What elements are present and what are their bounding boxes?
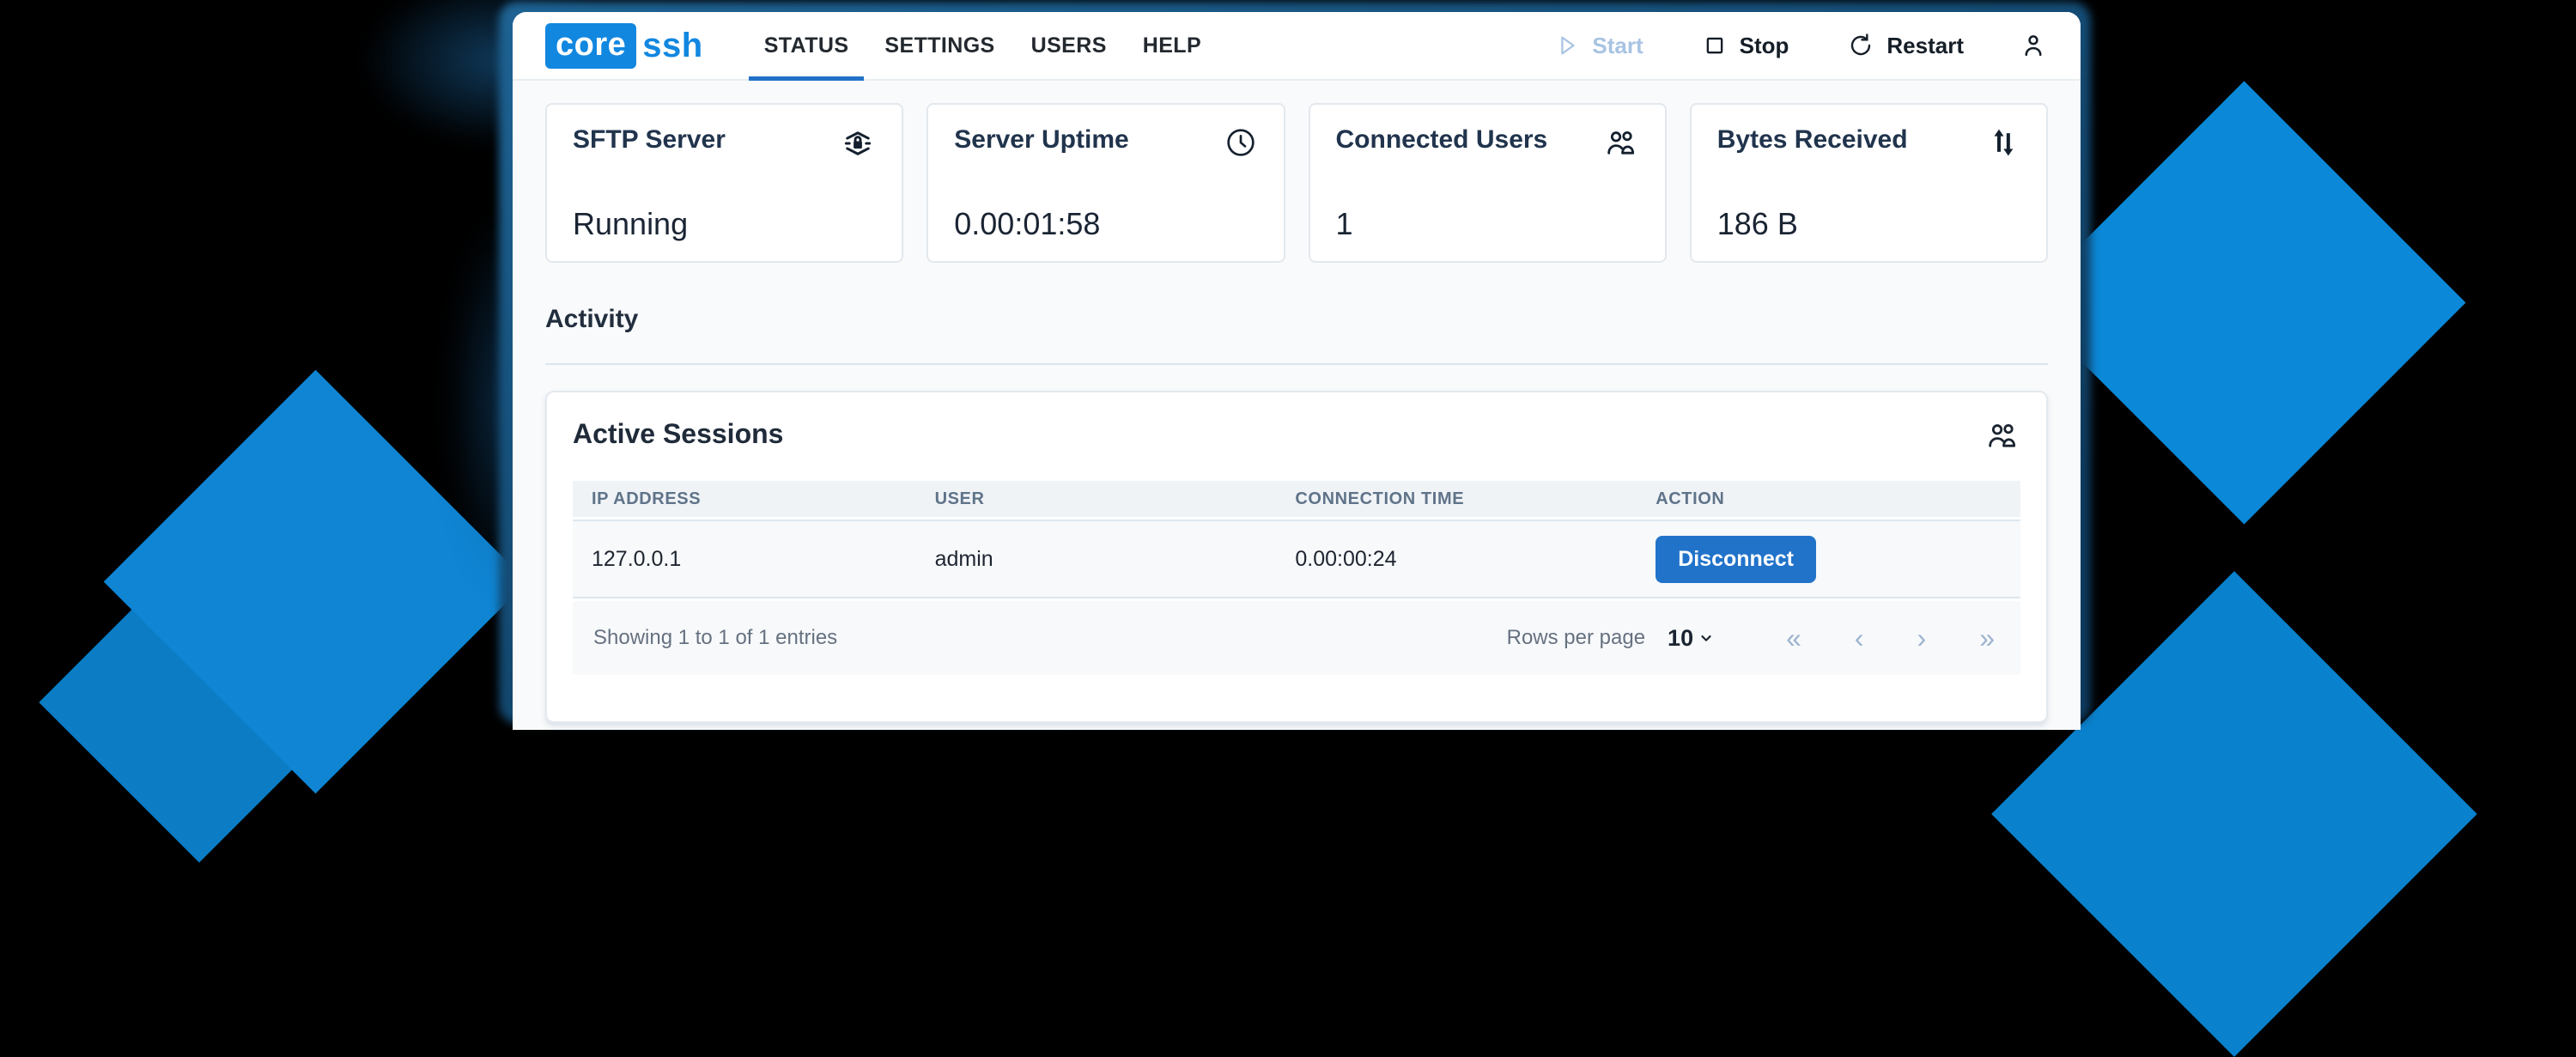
pagination: « ‹ › » [1781,624,2000,652]
disconnect-button[interactable]: Disconnect [1656,535,1816,583]
panel-title: Active Sessions [573,418,784,449]
activity-heading: Activity [545,305,639,333]
restart-icon [1847,32,1874,59]
navbar: core ssh STATUS SETTINGS USERS HELP Star… [513,12,2081,81]
card-sftp-server: SFTP Server Running [545,103,904,263]
app-logo: core ssh [545,22,703,69]
card-title: Server Uptime [954,125,1129,154]
clock-icon [1224,125,1258,164]
column-header-action: ACTION [1656,489,1725,508]
start-button[interactable]: Start [1525,33,1672,59]
play-icon [1554,33,1580,58]
server-controls: Start Stop Restart [1525,31,2048,60]
logo-core-badge: core [545,22,637,69]
rows-per-page-select[interactable]: 10 [1668,625,1714,652]
card-title: Connected Users [1335,125,1548,154]
next-page-button[interactable]: › [1912,624,1932,652]
cell-connection-time: 0.00:00:24 [1295,546,1397,571]
card-value: Running [573,206,689,241]
people-icon [1984,418,2020,459]
app-window: core ssh STATUS SETTINGS USERS HELP Star… [513,12,2081,730]
chevron-down-icon [1698,625,1714,652]
logo-ssh-text: ssh [642,26,703,64]
card-bytes-received: Bytes Received 186 B [1689,103,2048,263]
page-content: SFTP Server Running Server Uptime 0.00:0… [513,81,2081,730]
card-value: 0.00:01:58 [954,206,1101,241]
stop-icon [1702,33,1728,58]
tab-settings[interactable]: SETTINGS [866,12,1012,79]
column-header-ip: IP ADDRESS [592,489,702,508]
card-value: 186 B [1716,206,1798,241]
arrows-up-down-icon [1986,125,2020,164]
secure-layers-icon [840,125,876,166]
user-menu-button[interactable] [1993,31,2048,60]
table-header-row: IP ADDRESS USER CONNECTION TIME ACTION [573,481,2020,517]
tab-help[interactable]: HELP [1125,12,1219,79]
rows-per-page-label: Rows per page [1506,626,1646,649]
entries-summary: Showing 1 to 1 of 1 entries [593,626,838,649]
card-value: 1 [1335,206,1353,241]
stop-button[interactable]: Stop [1673,33,1819,59]
card-title: Bytes Received [1716,125,1908,154]
column-header-connection-time: CONNECTION TIME [1295,489,1465,508]
column-header-user: USER [934,489,985,508]
card-connected-users: Connected Users 1 [1308,103,1667,263]
cell-user: admin [934,546,993,571]
card-server-uptime: Server Uptime 0.00:01:58 [927,103,1285,263]
table-footer: Showing 1 to 1 of 1 entries Rows per pag… [573,601,2020,675]
restart-button[interactable]: Restart [1818,32,1993,59]
table-row: 127.0.0.1 admin 0.00:00:24 Disconnect [573,519,2020,598]
card-title: SFTP Server [573,125,726,154]
first-page-button[interactable]: « [1781,624,1807,652]
nav-tabs: STATUS SETTINGS USERS HELP [746,12,1219,81]
tab-status[interactable]: STATUS [746,12,867,81]
person-icon [2019,31,2048,60]
tab-users[interactable]: USERS [1013,12,1125,79]
cell-ip-address: 127.0.0.1 [592,546,682,571]
people-icon [1603,125,1639,166]
last-page-button[interactable]: » [1974,624,2000,652]
previous-page-button[interactable]: ‹ [1850,624,1869,652]
active-sessions-panel: Active Sessions IP ADDRESS USER CONNECTI… [545,391,2048,723]
section-divider [545,363,2048,365]
status-cards: SFTP Server Running Server Uptime 0.00:0… [545,103,2048,263]
